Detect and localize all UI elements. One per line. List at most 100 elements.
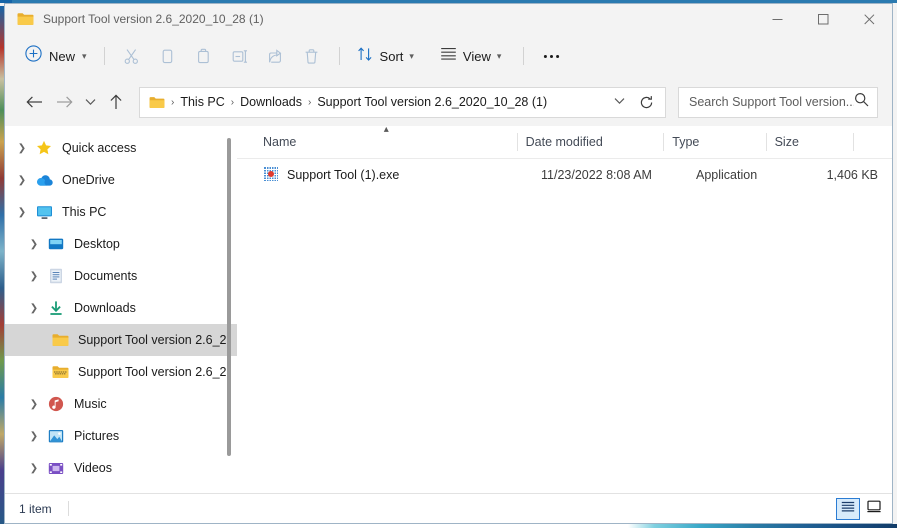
title-bar: Support Tool version 2.6_2020_10_28 (1) [5,4,892,34]
sort-arrows-icon [357,46,374,67]
chevron-right-icon[interactable]: ❯ [23,463,45,474]
up-button[interactable] [101,87,131,117]
sidebar-item-this-pc[interactable]: ❯ This PC [5,196,237,228]
table-row[interactable]: Support Tool (1).exe 11/23/2022 8:08 AM … [237,160,892,190]
sidebar-item-documents[interactable]: ❯ Documents [5,260,237,292]
desktop-bleed-bottom [0,524,897,528]
view-mode-toggle [836,497,886,520]
status-bar: 1 item [5,493,892,523]
breadcrumb-current-folder[interactable]: Support Tool version 2.6_2020_10_28 (1) [313,93,551,111]
breadcrumb-separator: › [230,96,235,108]
file-date-cell: 11/23/2022 8:08 AM [541,168,652,182]
delete-button[interactable] [294,40,330,72]
column-header-type[interactable]: Type [664,126,767,158]
toolbar-divider [103,47,105,65]
chevron-right-icon[interactable]: ❯ [23,431,45,442]
sort-button[interactable]: Sort ▾ [349,40,422,72]
sidebar-item-support-tool-zip[interactable]: Support Tool version 2.6_202 [5,356,237,388]
copy-button[interactable] [150,40,186,72]
column-headers: Name ▴ Date modified Type Size [237,124,892,159]
sidebar-item-downloads[interactable]: ❯ Downloads [5,292,237,324]
new-button[interactable]: New ▾ [19,40,95,72]
cloud-icon [33,174,55,187]
details-list-icon [841,500,855,518]
sidebar-item-quick-access[interactable]: ❯ Quick access [5,132,237,164]
details-view-button[interactable] [836,497,860,520]
window-controls [754,4,892,34]
address-bar[interactable]: › This PC › Downloads › Support Tool ver… [139,86,666,118]
sidebar-item-videos[interactable]: ❯ Videos [5,452,237,484]
new-button-label: New [49,48,76,64]
sidebar-item-onedrive[interactable]: ❯ OneDrive [5,164,237,196]
breadcrumb-separator: › [171,96,175,108]
column-header-label: Date modified [525,135,603,149]
folder-icon [49,333,71,347]
pictures-icon [45,429,67,444]
see-more-button[interactable] [533,40,569,72]
column-header-label: Name [263,135,297,149]
minimize-button[interactable] [754,4,800,34]
address-dropdown-icon[interactable] [606,97,633,108]
column-header-name[interactable]: Name ▴ [255,124,518,158]
breadcrumb-this-pc[interactable]: This PC [176,93,228,111]
chevron-right-icon[interactable]: ❯ [23,399,45,410]
item-count-label: 1 item [19,501,52,516]
column-header-label: Size [774,135,799,149]
view-lines-icon [440,47,457,65]
breadcrumb-downloads[interactable]: Downloads [236,93,306,111]
rename-button[interactable] [222,40,258,72]
file-type-cell: Application [696,168,758,182]
forward-button[interactable] [49,87,79,117]
search-input[interactable]: Search Support Tool version... [689,95,854,109]
chevron-right-icon[interactable]: ❯ [11,175,33,186]
sidebar-scrollbar[interactable] [225,136,233,456]
sidebar-item-pictures[interactable]: ❯ Pictures [5,420,237,452]
maximize-button[interactable] [800,4,846,34]
chevron-right-icon[interactable]: ❯ [23,239,45,250]
share-button[interactable] [258,40,294,72]
chevron-right-icon[interactable]: ❯ [23,271,45,282]
close-button[interactable] [846,4,892,34]
sidebar-item-label: Support Tool version 2.6_202 [78,333,229,347]
navigation-pane: ❯ Quick access ❯ OneDrive ❯ This PC ❯ De… [5,126,237,493]
toolbar-divider-3 [523,47,525,65]
file-size-cell: 1,406 KB [826,168,878,182]
column-header-size[interactable]: Size [767,126,855,158]
music-icon [45,396,67,412]
explorer-body: ❯ Quick access ❯ OneDrive ❯ This PC ❯ De… [5,124,892,493]
folder-icon [17,12,34,26]
status-divider [67,501,69,516]
search-icon [854,92,869,112]
sort-ascending-icon: ▴ [383,124,389,135]
sidebar-item-label: Downloads [74,301,136,315]
column-header-label: Type [672,135,700,149]
sidebar-item-support-tool-folder[interactable]: Support Tool version 2.6_202 [5,324,237,356]
cut-button[interactable] [114,40,150,72]
recent-locations-button[interactable] [79,87,101,117]
sidebar-scrollbar-thumb[interactable] [227,138,231,456]
refresh-button[interactable] [633,89,659,115]
chevron-right-icon[interactable]: ❯ [11,143,33,154]
file-rows: Support Tool (1).exe 11/23/2022 8:08 AM … [237,159,892,493]
chevron-down-icon: ▾ [496,50,502,61]
back-button[interactable] [19,87,49,117]
sidebar-item-label: OneDrive [62,173,115,187]
window-title: Support Tool version 2.6_2020_10_28 (1) [43,12,264,26]
search-box[interactable]: Search Support Tool version... [678,86,878,118]
large-icons-view-button[interactable] [862,498,886,520]
chevron-down-icon[interactable]: ❯ [23,303,45,314]
file-explorer-window: Support Tool version 2.6_2020_10_28 (1) [4,3,893,524]
file-name-cell: Support Tool (1).exe [255,166,533,185]
column-header-extra[interactable] [854,126,892,158]
command-bar: New ▾ Sort ▾ View ▾ [5,34,892,78]
view-button[interactable]: View ▾ [432,40,509,72]
sidebar-item-music[interactable]: ❯ Music [5,388,237,420]
folder-icon [149,96,165,109]
star-icon [33,140,55,156]
paste-button[interactable] [186,40,222,72]
column-header-date-modified[interactable]: Date modified [518,126,665,158]
videos-icon [45,462,67,475]
sidebar-item-label: Desktop [74,237,120,251]
chevron-down-icon[interactable]: ❯ [11,207,33,218]
sidebar-item-desktop[interactable]: ❯ Desktop [5,228,237,260]
